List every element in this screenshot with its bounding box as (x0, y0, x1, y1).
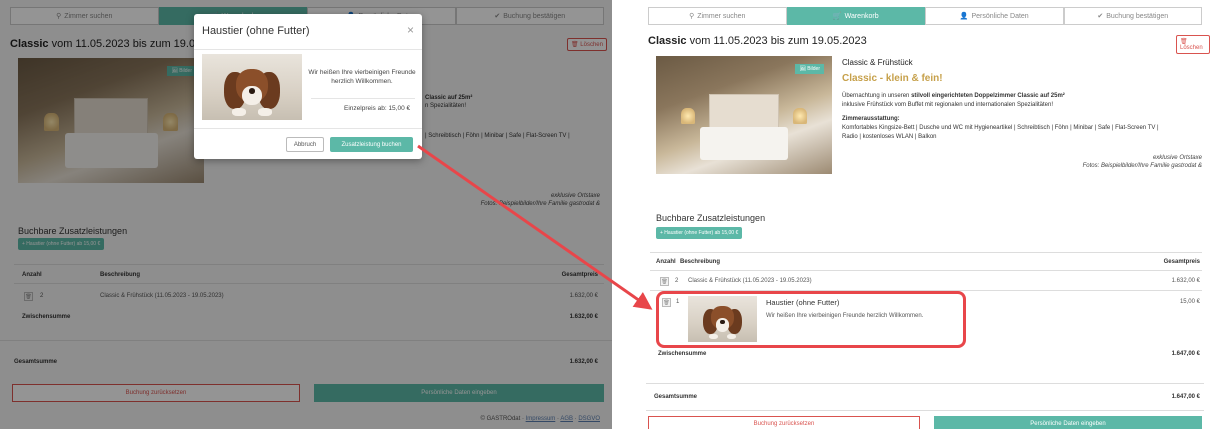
step-label: Persönliche Daten (971, 12, 1029, 20)
right-screenshot: ⚲ Zimmer suchen 🛒 Warenkorb 👤 Persönliche D… (640, 0, 1210, 429)
step-search-rooms[interactable]: ⚲ Zimmer suchen (648, 7, 787, 25)
divider (650, 270, 1202, 271)
reset-booking-button[interactable]: Buchung zurücksetzen (648, 416, 920, 429)
caption-photos: Fotos: Beispielbilder/Ihre Familie gastr… (1082, 163, 1202, 170)
trash-icon[interactable]: 🗑 (660, 277, 669, 286)
close-icon[interactable]: × (407, 23, 414, 37)
user-icon: 👤 (959, 13, 969, 20)
room-qty: 2 (675, 278, 679, 284)
headboard-shape (708, 93, 780, 130)
modal-title: Haustier (ohne Futter) (202, 25, 310, 37)
step-label: Zimmer suchen (697, 12, 746, 20)
total-value: 1.647,00 € (1171, 394, 1200, 400)
room-category: Classic & Frühstück (842, 58, 913, 67)
room-slogan: Classic - klein & fein! (842, 72, 943, 84)
room-title: Classic vom 11.05.2023 bis zum 19.05.202… (648, 35, 867, 47)
delete-label: Löschen (1180, 45, 1203, 51)
add-pet-button[interactable]: + Haustier (ohne Futter) ab 15,00 € (656, 227, 743, 239)
cart-icon: 🛒 (832, 13, 842, 20)
room-description: Übernachtung in unseren stilvoll eingeri… (842, 92, 1204, 101)
col-qty: Anzahl (656, 259, 676, 265)
desc-bold: stilvoll eingerichteten Doppelzimmer Cla… (911, 93, 1065, 100)
cancel-button[interactable]: Abbruch (286, 137, 324, 152)
step-personal-data[interactable]: 👤Persönliche Daten (925, 7, 1064, 25)
subtotal-value: 1.647,00 € (1171, 351, 1200, 357)
room-title-name: Classic (648, 35, 687, 47)
equipment-list-2: Radio | kostenloses WLAN | Balkon (842, 133, 937, 140)
step-confirm-booking[interactable]: ✔ Buchung bestätigen (1063, 7, 1202, 25)
check-icon: ✔ (1097, 13, 1104, 20)
modal-divider (194, 49, 422, 50)
room-desc: Classic & Frühstück (11.05.2023 - 19.05.… (688, 278, 812, 284)
room-title-dates: vom 11.05.2023 bis zum 19.05.2023 (689, 35, 867, 47)
step-cart[interactable]: 🛒Warenkorb (786, 7, 925, 25)
dog-paw (232, 108, 246, 117)
modal-description: Wir heißen Ihre vierbeinigen Freunde her… (308, 69, 416, 86)
delete-button[interactable]: 🗑 Löschen (1176, 35, 1210, 54)
desc-text: Übernachtung in unseren (842, 93, 910, 100)
equipment-list: Komfortables Kingsize-Bett | Dusche und … (842, 125, 1159, 132)
lamp-shape (680, 107, 695, 125)
dog-nose (249, 88, 255, 94)
extras-title: Buchbare Zusatzleistungen (656, 213, 766, 223)
equipment-title: Zimmerausstattung: (842, 116, 900, 123)
total-label: Gesamtsumme (654, 394, 698, 400)
photos-badge[interactable]: 🖼 Bilder (795, 64, 824, 74)
bed-shape (700, 126, 788, 160)
dog-paw (258, 108, 272, 117)
photos-badge-label: Bilder (807, 66, 820, 72)
room-photo[interactable]: 🖼 Bilder (656, 56, 832, 174)
room-details: Classic & Frühstück Classic - klein & fe… (842, 57, 1204, 142)
divider (646, 383, 1204, 384)
modal-divider (311, 98, 415, 99)
step-nav: ⚲Zimmer suchen 🛒Warenkorb 👤Persönliche D… (648, 7, 1202, 25)
col-total: Gesamtpreis (1163, 259, 1200, 265)
book-extra-button[interactable]: Zusatzleistung buchen (330, 137, 413, 152)
highlight-frame (656, 291, 966, 348)
lamp-shape (793, 107, 808, 125)
caption-taxes: exklusive Ortstaxe (1152, 155, 1202, 161)
divider (646, 410, 1204, 411)
modal-price: Einzelpreis ab: 15,00 € (344, 105, 411, 112)
dog-photo (202, 54, 302, 120)
step-label: Buchung bestätigen (1106, 12, 1169, 20)
search-icon: ⚲ (689, 13, 695, 20)
room-price: 1.632,00 € (1171, 278, 1200, 284)
pet-price: 15,00 € (1179, 299, 1200, 305)
room-caption: exklusive Ortstaxe Fotos: Beispielbilder… (1083, 154, 1202, 171)
subtotal-label: Zwischensumme (658, 351, 707, 357)
divider (650, 252, 1202, 253)
step-label: Warenkorb (844, 12, 879, 20)
modal-divider (194, 128, 422, 129)
col-desc: Beschreibung (680, 259, 721, 265)
personal-data-button[interactable]: Persönliche Daten eingeben (934, 416, 1202, 429)
room-description-2: inklusive Frühstück vom Buffet mit regio… (842, 101, 1054, 108)
